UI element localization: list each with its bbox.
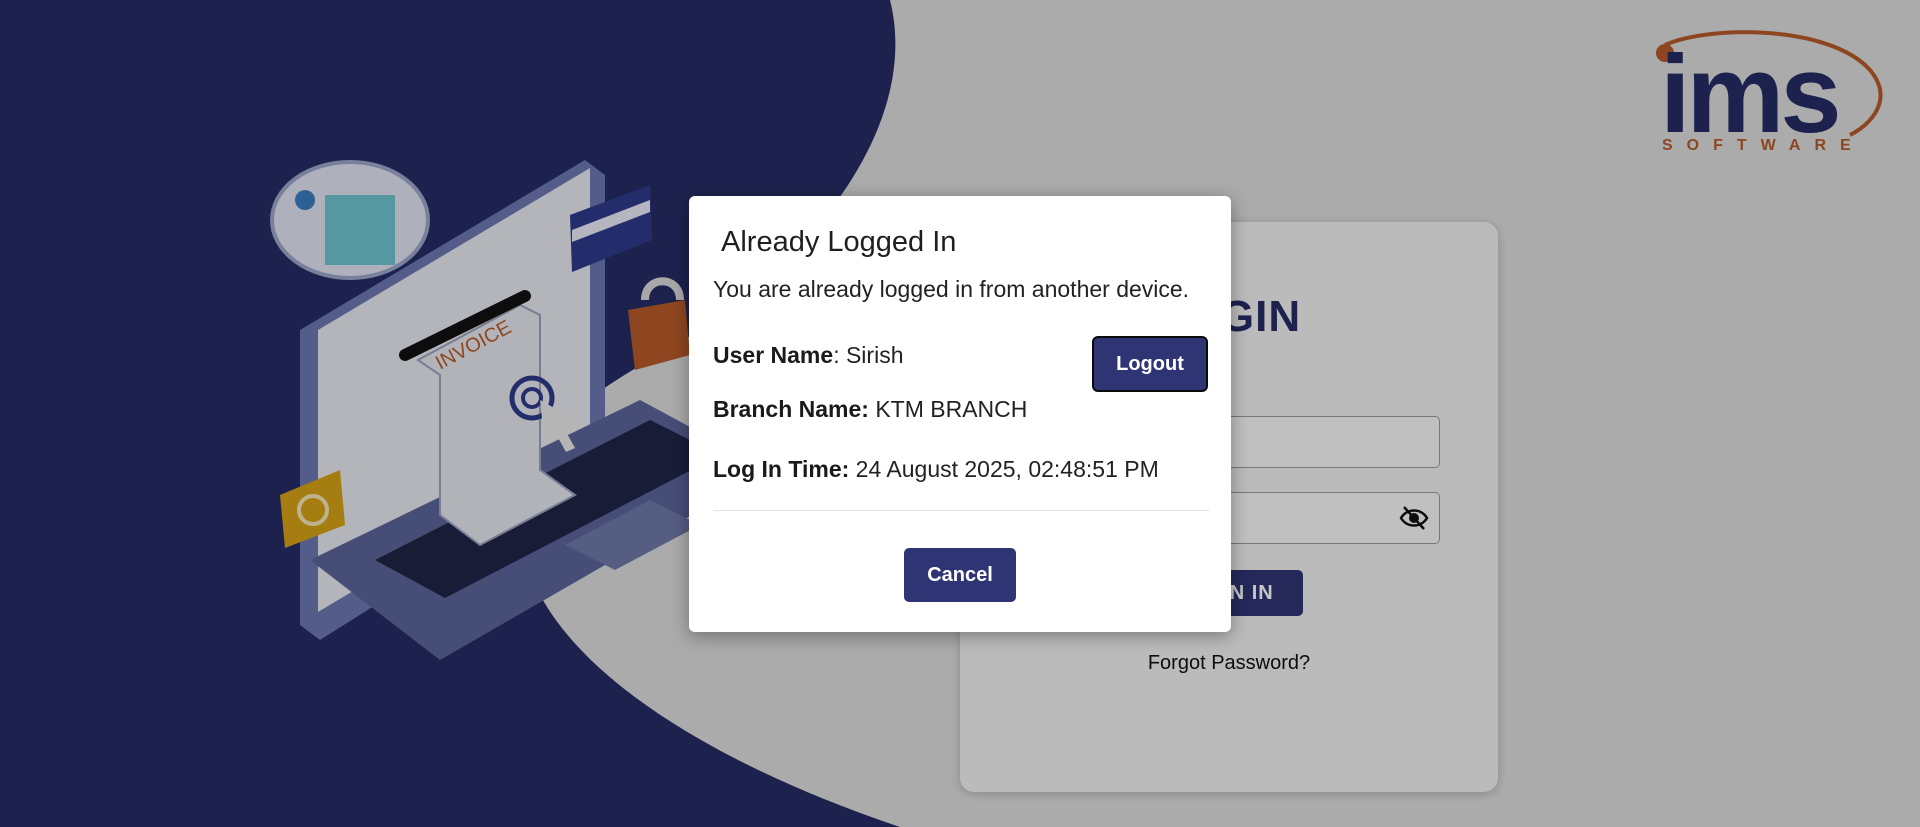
dialog-divider	[713, 510, 1209, 511]
dialog-title: Already Logged In	[721, 226, 957, 258]
already-logged-in-dialog: Already Logged In You are already logged…	[689, 196, 1231, 632]
user-name-value: : Sirish	[833, 342, 904, 368]
branch-name-row: Branch Name: KTM BRANCH	[713, 396, 1027, 423]
login-time-value: 24 August 2025, 02:48:51 PM	[849, 456, 1159, 482]
branch-name-value: KTM BRANCH	[868, 396, 1028, 422]
login-time-label: Log In Time:	[713, 456, 850, 482]
user-name-label: User Name	[713, 342, 834, 368]
logout-button[interactable]: Logout	[1092, 336, 1208, 392]
login-time-row: Log In Time: 24 August 2025, 02:48:51 PM	[713, 456, 1159, 483]
cancel-button[interactable]: Cancel	[904, 548, 1016, 602]
branch-name-label: Branch Name:	[713, 396, 869, 422]
dialog-message: You are already logged in from another d…	[713, 276, 1190, 302]
user-name-row: User Name: Sirish	[713, 342, 903, 369]
